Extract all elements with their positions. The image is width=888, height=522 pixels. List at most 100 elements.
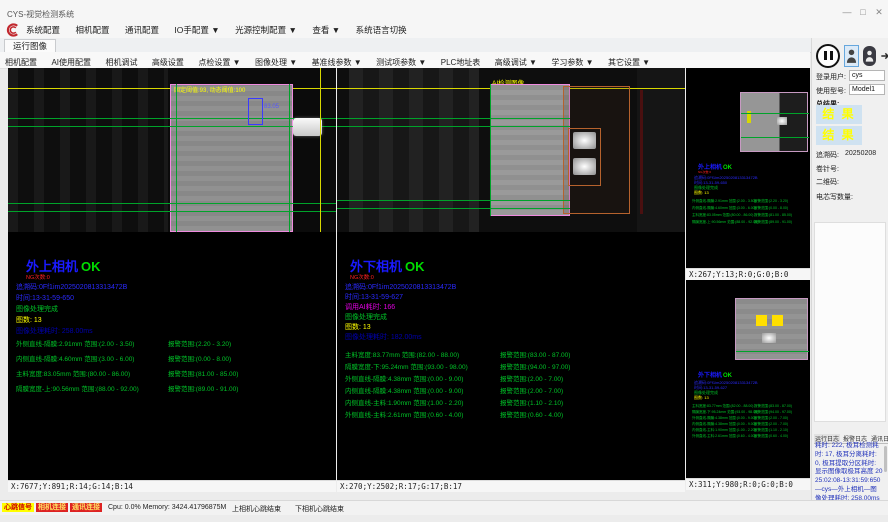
row-alarm: 报警范围:(81.00 - 85.00) — [168, 368, 238, 378]
overlay-green-hline-4 — [8, 211, 336, 212]
row-alarm: 报警范围:(0.60 - 4.00) — [500, 409, 563, 419]
row-alarm: 报警范围:(83.00 - 87.00) — [500, 349, 570, 359]
title-bar: CYS-视觉检测系统 — □ ✕ — [0, 0, 888, 23]
operator-button[interactable] — [863, 46, 876, 66]
tab-highlight-1 — [573, 132, 596, 149]
camera-name-lower: 外下相机 — [350, 259, 402, 274]
row-value: 主料宽度:83.05mm 范围:(80.00 - 86.00) — [16, 368, 130, 378]
camera-panel-lower: AI检测图像 外下相机OK NG次数:0 追溯码:0Ff1im202502081… — [337, 68, 685, 480]
lower-camera-heartbeat-text: 下相机心跳结束 — [295, 504, 344, 514]
camera-view-upper[interactable]: 固定阈值:93, 动态阈值:100 83.05 — [8, 68, 336, 232]
mini-row: 内侧直线-主料:1.90mm 范围:(1.00 - 2.20)报警范围:(1.1… — [692, 428, 756, 433]
trace-code-upper: 追溯码:0Ff1im2025020813313472B — [16, 282, 127, 292]
log-tab-row: 运行日志报警日志通讯日志 — [814, 428, 887, 440]
login-user-button[interactable] — [844, 45, 859, 67]
row-value: 外侧直线-主料:2.61mm 范围:(0.60 - 4.00) — [345, 409, 463, 419]
menu-item-view[interactable]: 查看 ▼ — [312, 22, 340, 38]
overlay-green-hline-1 — [8, 118, 336, 119]
mini-count: 图数: 13 — [694, 395, 709, 401]
threshold-overlay-label: 固定阈值:93, 动态阈值:100 — [174, 85, 245, 94]
mini-result-ok: OK — [723, 165, 732, 171]
camera-view-lower[interactable]: AI检测图像 — [337, 68, 685, 232]
cpu-memory-text: Cpu: 0.0% Memory: 3424.41796875M — [108, 504, 226, 511]
menu-bar: 系统配置 相机配置 通讯配置 IO手配置 ▼ 光源控制配置 ▼ 查看 ▼ 系统语… — [0, 22, 888, 38]
window-title: CYS-视觉检测系统 — [7, 9, 74, 20]
tab-highlight-2 — [573, 158, 596, 175]
menu-item-light-config[interactable]: 光源控制配置 ▼ — [235, 22, 297, 38]
menu-item-comm-config[interactable]: 通讯配置 — [125, 22, 159, 38]
ng-count-lower: NG次数:0 — [350, 273, 374, 281]
result-ok-lower: OK — [405, 259, 425, 274]
minimize-button[interactable]: — — [840, 7, 854, 17]
log-scrollbar[interactable] — [884, 446, 887, 472]
result-box-upper: 结 果 — [816, 105, 862, 124]
measure-value-label: 83.05 — [264, 104, 279, 110]
sidebar-blank-panel — [814, 222, 886, 422]
row-value: 隔膜宽度-上:90.56mm 范围:(88.00 - 92.00) — [16, 383, 139, 393]
trace-label: 追溯码: — [816, 150, 839, 160]
exit-button[interactable] — [879, 45, 888, 67]
machine-background-right — [637, 68, 685, 232]
overlay-green-vline — [490, 84, 491, 216]
mini-row: 外侧直线-隔膜:2.91mm 范围:(2.00 - 3.50)报警范围:(2.2… — [692, 199, 756, 204]
pixel-coords-mini-lower: X:311;Y:980;R:0;G:0;B:0 — [686, 478, 810, 490]
menu-item-system-config[interactable]: 系统配置 — [26, 22, 60, 38]
overlay-yellow-vline — [320, 68, 321, 232]
user-label: 登录用户: — [816, 72, 846, 82]
pixel-coords-mini-upper: X:267;Y:13;R:0;G:0;B:0 — [686, 268, 810, 280]
menu-item-language-switch[interactable]: 系统语言切换 — [356, 22, 407, 38]
tab-run-image[interactable]: 运行图像 — [4, 39, 56, 53]
overlay-darkred-vline — [640, 90, 643, 214]
mini-row: 隔膜宽度-上:90.56mm 范围:(88.00 - 92.00)报警范围:(8… — [692, 220, 758, 225]
measure-marker — [248, 98, 263, 125]
model-value-field[interactable]: Model1 — [849, 84, 885, 95]
tab-row: 运行图像 — [0, 38, 888, 53]
elapsed-upper: 图像处理耗时: 258.00ms — [16, 326, 93, 336]
overlay-green-vline-2 — [289, 84, 290, 232]
row-value: 主料宽度:83.77mm 范围:(82.00 - 88.00) — [345, 349, 459, 359]
row-alarm: 报警范围:(94.00 - 97.00) — [500, 361, 570, 371]
mini-view-lower[interactable] — [735, 298, 808, 360]
comm-link-badge: 通讯连接 — [70, 503, 102, 512]
result-box-lower: 结 果 — [816, 126, 862, 145]
overlay-green-hline-3 — [337, 200, 570, 201]
mini-panel-upper: 外上相机OK NG次数:0 追溯码:0Ff1im2025020813313472… — [686, 68, 810, 268]
maximize-button[interactable]: □ — [856, 7, 870, 17]
user-icon — [846, 48, 857, 64]
time-upper: 时间:13-31-59-650 — [16, 293, 74, 303]
overlay-green-hline-2 — [8, 126, 336, 127]
row-value: 内侧直线-隔膜:4.38mm 范围:(0.00 - 9.00) — [345, 385, 463, 395]
model-label: 使用型号: — [816, 86, 846, 96]
menu-item-camera-config[interactable]: 相机配置 — [75, 22, 109, 38]
mini-view-upper[interactable] — [740, 92, 808, 152]
user-value-field[interactable]: cys — [849, 70, 885, 81]
mini-panel-lower: 外下相机OK 追溯码:0Ff1im2025020813313472B 时间:13… — [686, 280, 810, 478]
frame-count-upper: 图数: 13 — [16, 315, 42, 325]
mini-row: 外侧直线-隔膜:4.38mm 范围:(0.00 - 9.00)报警范围:(2.0… — [692, 416, 756, 421]
row-value: 外侧直线-隔膜:4.38mm 范围:(0.00 - 9.00) — [345, 373, 463, 383]
status-bar: 心跳信号 相机连接 通讯连接 Cpu: 0.0% Memory: 3424.41… — [0, 500, 888, 515]
mini-title-lower: 外下相机OK — [698, 370, 732, 379]
ng-count-upper: NG次数:0 — [26, 273, 50, 281]
overlay-green-hline-4 — [337, 208, 570, 209]
sidebar: 登录用户: cys 使用型号: Model1 总结果: 结 果 结 果 追溯码:… — [811, 38, 888, 500]
qr-label: 二维码: — [816, 177, 839, 187]
menu-item-io-config[interactable]: IO手配置 ▼ — [174, 22, 219, 38]
elapsed-lower: 图像处理耗时: 182.00ms — [345, 332, 422, 342]
material-region-lower — [490, 84, 570, 216]
mini-result-ok: OK — [723, 373, 732, 379]
trace-value: 20250208 — [845, 150, 876, 157]
row-alarm: 报警范围:(2.20 - 3.20) — [168, 338, 231, 348]
camera-link-badge: 相机连接 — [36, 503, 68, 512]
row-alarm: 报警范围:(0.00 - 8.00) — [168, 353, 231, 363]
row-alarm: 报警范围:(1.10 - 2.10) — [500, 397, 563, 407]
heartbeat-badge: 心跳信号 — [2, 503, 34, 512]
overlay-green-hline-2 — [337, 126, 570, 127]
overlay-green-hline-3 — [8, 203, 336, 204]
mini-row: 外侧直线-主料:2.61mm 范围:(0.60 - 4.00)报警范围:(0.6… — [692, 434, 756, 439]
close-button[interactable]: ✕ — [872, 7, 886, 18]
row-value: 隔膜宽度-下:95.24mm 范围:(93.00 - 98.00) — [345, 361, 468, 371]
camera-name-upper: 外上相机 — [26, 259, 78, 274]
mini-row: 内侧直线-隔膜:4.60mm 范围:(3.00 - 6.00)报警范围:(0.0… — [692, 206, 756, 211]
pause-button[interactable] — [816, 44, 840, 68]
